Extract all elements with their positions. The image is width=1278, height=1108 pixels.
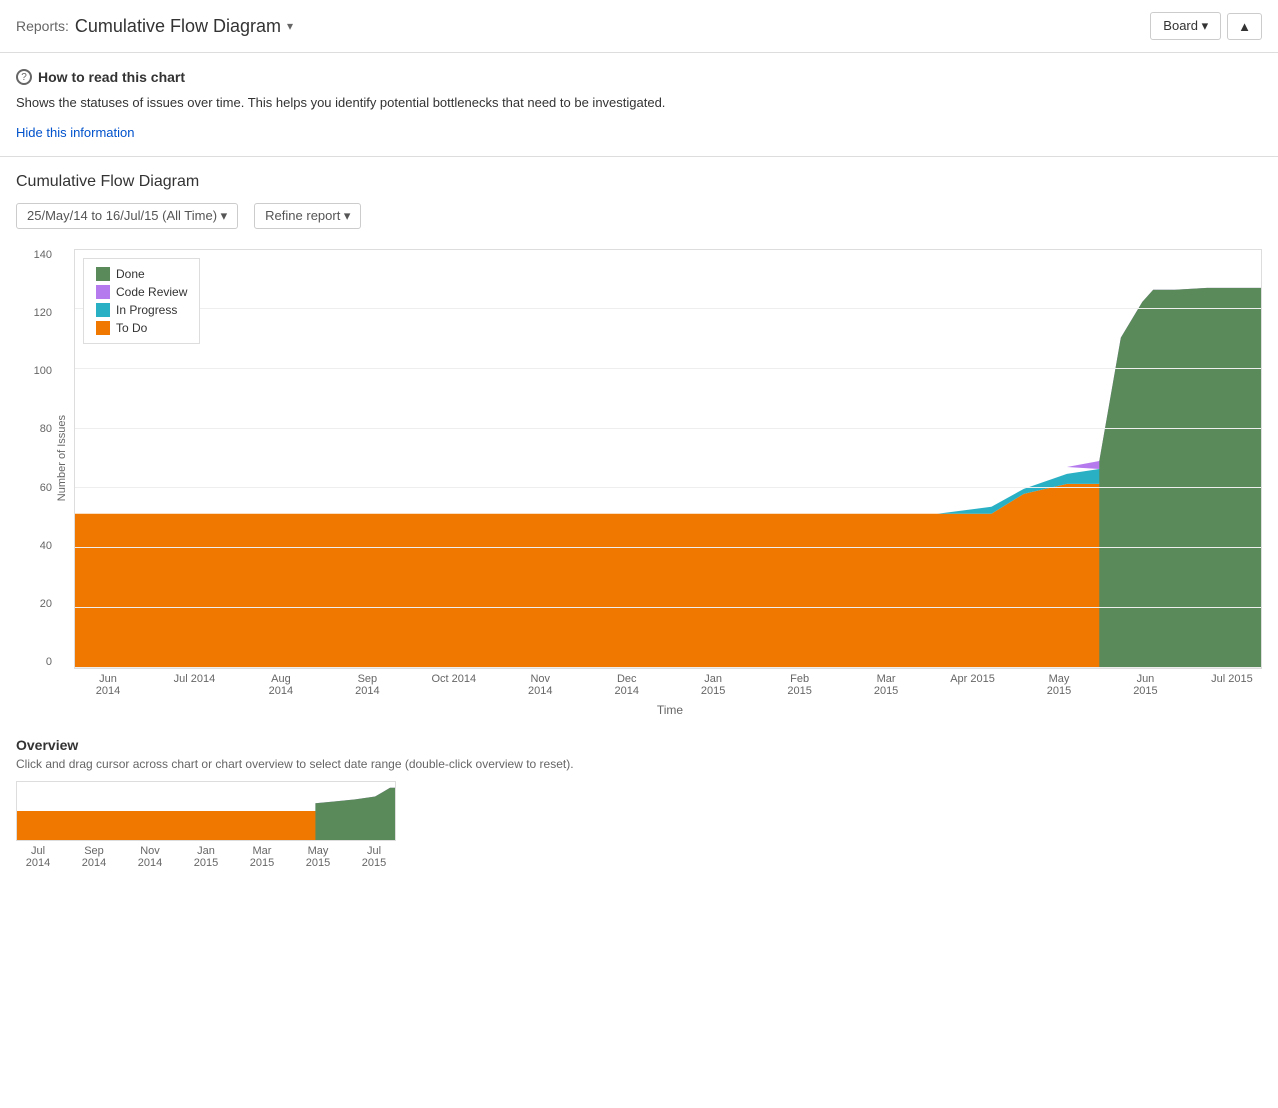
chart-title: Cumulative Flow Diagram — [16, 173, 1262, 191]
y-label-100: 100 — [34, 365, 52, 377]
legend-label-todo: To Do — [116, 321, 147, 335]
page-title: Cumulative Flow Diagram — [75, 16, 281, 37]
header-right: Board ▾ ▲ — [1150, 12, 1262, 40]
board-button[interactable]: Board ▾ — [1150, 12, 1221, 40]
x-label-may2015: May2015 — [1029, 673, 1089, 697]
x-label-jun2015: Jun2015 — [1115, 673, 1175, 697]
reports-label: Reports: — [16, 18, 69, 34]
overview-section: Overview Click and drag cursor across ch… — [0, 737, 1278, 869]
ov-x-jan2015: Jan2015 — [184, 845, 228, 869]
title-caret-icon[interactable]: ▾ — [287, 19, 293, 33]
x-label-nov2014: Nov2014 — [510, 673, 570, 697]
x-axis-title: Time — [78, 703, 1262, 717]
main-chart-area[interactable]: Done Code Review In Progress To Do — [74, 249, 1262, 669]
legend-color-todo — [96, 321, 110, 335]
x-label-jan2015: Jan2015 — [683, 673, 743, 697]
ov-x-jul2015: Jul2015 — [352, 845, 396, 869]
controls-row: 25/May/14 to 16/Jul/15 (All Time) ▾ Refi… — [16, 203, 1262, 229]
hide-info-link[interactable]: Hide this information — [16, 125, 135, 140]
ov-x-jul2014: Jul2014 — [16, 845, 60, 869]
refine-report-button[interactable]: Refine report ▾ — [254, 203, 361, 229]
y-label-40: 40 — [40, 540, 52, 552]
y-label-80: 80 — [40, 423, 52, 435]
chart-legend: Done Code Review In Progress To Do — [83, 258, 200, 344]
y-axis-label: Number of Issues — [56, 415, 68, 501]
legend-item-inprogress: In Progress — [96, 303, 187, 317]
x-label-jun2014: Jun2014 — [78, 673, 138, 697]
legend-label-done: Done — [116, 267, 145, 281]
overview-title: Overview — [16, 737, 1262, 753]
legend-color-done — [96, 267, 110, 281]
x-label-mar2015: Mar2015 — [856, 673, 916, 697]
overview-svg — [17, 782, 395, 840]
legend-item-done: Done — [96, 267, 187, 281]
chart-section: Cumulative Flow Diagram 25/May/14 to 16/… — [0, 173, 1278, 717]
overview-done — [315, 787, 395, 839]
y-label-0: 0 — [46, 656, 52, 668]
help-icon: ? — [16, 69, 32, 85]
divider — [0, 156, 1278, 157]
y-label-140: 140 — [34, 249, 52, 261]
header-left: Reports: Cumulative Flow Diagram ▾ — [16, 16, 293, 37]
y-label-60: 60 — [40, 482, 52, 494]
date-range-button[interactable]: 25/May/14 to 16/Jul/15 (All Time) ▾ — [16, 203, 238, 229]
x-label-feb2015: Feb2015 — [770, 673, 830, 697]
main-chart-wrap: 0 20 40 60 80 100 120 140 Number of Issu… — [16, 249, 1262, 717]
x-label-apr2015: Apr 2015 — [943, 673, 1003, 697]
y-label-120: 120 — [34, 307, 52, 319]
ov-x-nov2014: Nov2014 — [128, 845, 172, 869]
ov-x-mar2015: Mar2015 — [240, 845, 284, 869]
x-label-jul2014: Jul 2014 — [164, 673, 224, 697]
overview-chart-wrap: Jul2014 Sep2014 Nov2014 Jan2015 Mar2015 … — [16, 781, 396, 869]
info-title: How to read this chart — [38, 69, 185, 85]
ov-x-may2015: May2015 — [296, 845, 340, 869]
x-label-dec2014: Dec2014 — [597, 673, 657, 697]
header-bar: Reports: Cumulative Flow Diagram ▾ Board… — [0, 0, 1278, 53]
chart-and-xaxis: Number of Issues — [56, 249, 1262, 717]
legend-label-codereview: Code Review — [116, 285, 187, 299]
overview-chart[interactable] — [16, 781, 396, 841]
info-title-row: ? How to read this chart — [16, 69, 1262, 85]
info-section: ? How to read this chart Shows the statu… — [0, 53, 1278, 140]
collapse-button[interactable]: ▲ — [1227, 13, 1262, 40]
legend-label-inprogress: In Progress — [116, 303, 177, 317]
ov-x-sep2014: Sep2014 — [72, 845, 116, 869]
grid-lines — [75, 250, 1261, 668]
overview-x-labels: Jul2014 Sep2014 Nov2014 Jan2015 Mar2015 … — [16, 845, 396, 869]
x-label-aug2014: Aug2014 — [251, 673, 311, 697]
y-label-20: 20 — [40, 598, 52, 610]
legend-color-inprogress — [96, 303, 110, 317]
legend-item-codereview: Code Review — [96, 285, 187, 299]
overview-description: Click and drag cursor across chart or ch… — [16, 757, 1262, 771]
legend-item-todo: To Do — [96, 321, 187, 335]
x-label-jul2015: Jul 2015 — [1202, 673, 1262, 697]
x-label-oct2014: Oct 2014 — [424, 673, 484, 697]
info-description: Shows the statuses of issues over time. … — [16, 93, 1262, 113]
x-label-sep2014: Sep2014 — [337, 673, 397, 697]
legend-color-codereview — [96, 285, 110, 299]
x-axis-labels: Jun2014 Jul 2014 Aug2014 Sep2014 Oct 201… — [78, 669, 1262, 697]
